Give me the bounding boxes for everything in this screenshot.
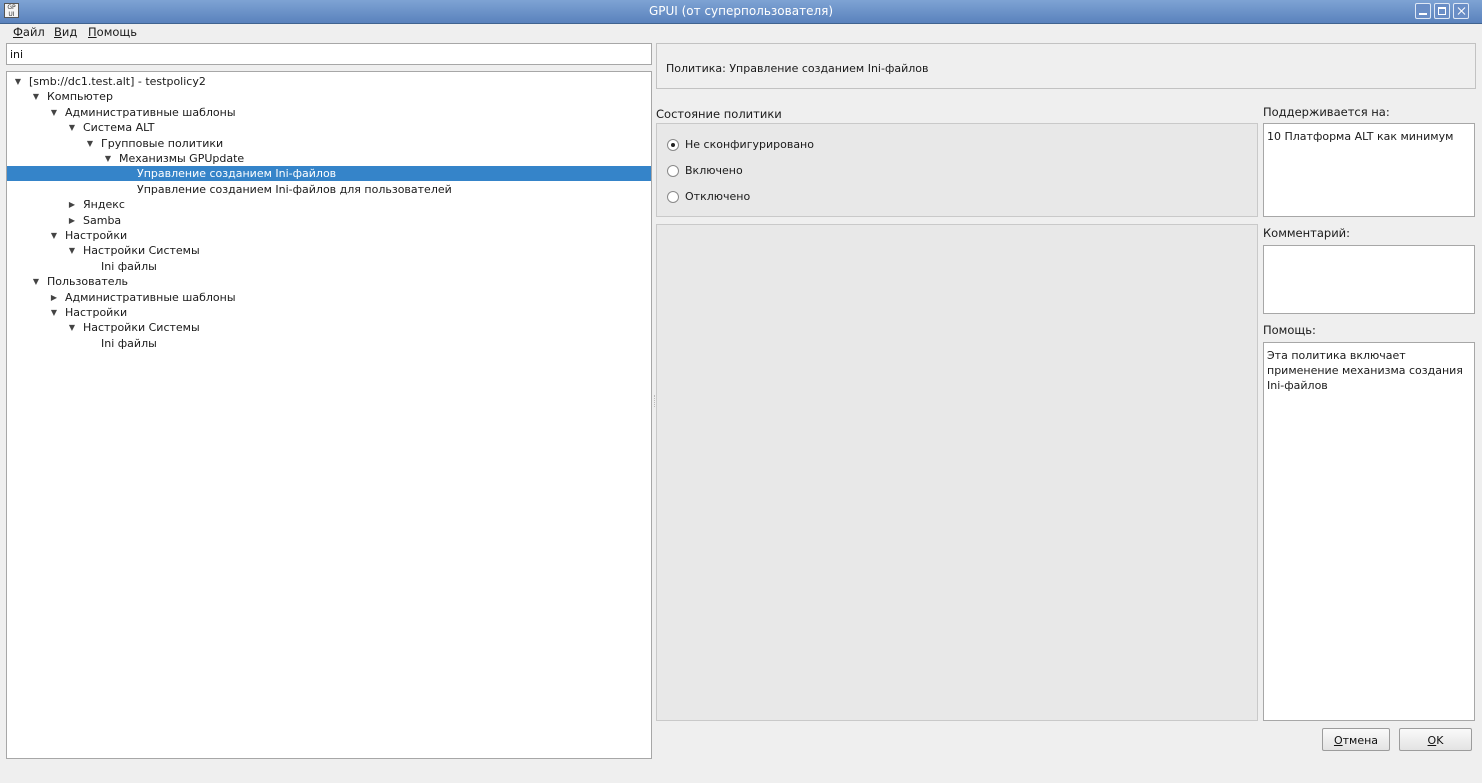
supported-on-field: 10 Платформа ALT как минимум	[1263, 123, 1475, 217]
tree-item[interactable]: Управление созданием Ini-файлов	[7, 166, 651, 182]
tree-item-label: Настройки Системы	[83, 244, 200, 258]
expand-arrow-icon[interactable]: ▼	[103, 151, 113, 166]
tree-item-label: Настройки	[65, 229, 128, 242]
help-text: Эта политика включает применение механиз…	[1263, 342, 1475, 721]
tree-item-label: Яндекс	[83, 198, 125, 212]
comment-field[interactable]	[1263, 245, 1475, 314]
tree-item[interactable]: ▼ Групповые политики	[7, 136, 651, 151]
tree-item[interactable]: ▼ Настройки Системы	[7, 320, 651, 335]
radio-disabled-label: Отключено	[685, 190, 751, 203]
tree-item-label: Настройки Системы	[83, 321, 200, 335]
radio-enabled-label: Включено	[685, 164, 743, 177]
tree-item-label: [smb://dc1.test.alt] - testpolicy2	[29, 75, 206, 88]
tree-item[interactable]: Ini файлы	[7, 336, 651, 351]
collapse-arrow-icon[interactable]: ▶	[67, 213, 77, 228]
expand-arrow-icon[interactable]: ▼	[49, 105, 59, 120]
policy-state-group: Не сконфигурировано Включено Отключено	[656, 123, 1258, 217]
radio-not-configured-label: Не сконфигурировано	[685, 138, 814, 151]
minimize-button[interactable]	[1415, 3, 1431, 19]
expand-arrow-icon[interactable]: ▼	[49, 228, 59, 243]
comment-label: Комментарий:	[1263, 226, 1351, 240]
collapse-arrow-icon[interactable]: ▶	[49, 290, 59, 305]
tree-item-label: Система ALT	[83, 121, 155, 135]
supported-on-label: Поддерживается на:	[1263, 105, 1390, 119]
tree-item[interactable]: ▼ [smb://dc1.test.alt] - testpolicy2	[7, 74, 651, 89]
tree-item-label: Административные шаблоны	[65, 290, 236, 304]
radio-enabled-indicator[interactable]	[667, 165, 679, 177]
collapse-arrow-icon[interactable]: ▶	[67, 197, 77, 212]
policy-title: Политика: Управление созданием Ini-файло…	[666, 62, 929, 75]
search-input[interactable]	[6, 43, 652, 65]
tree-item-label: Компьютер	[47, 90, 113, 104]
tree-item[interactable]: ▶ Яндекс	[7, 197, 651, 212]
tree-item[interactable]: ▼ Механизмы GPUpdate	[7, 151, 651, 166]
maximize-button[interactable]	[1434, 3, 1450, 19]
expand-arrow-icon[interactable]: ▼	[13, 74, 23, 89]
menu-view[interactable]: Вид	[54, 25, 77, 39]
menu-file[interactable]: Файл	[13, 25, 45, 39]
close-button[interactable]	[1453, 3, 1469, 19]
tree-item[interactable]: Управление созданием Ini-файлов для поль…	[7, 182, 651, 197]
menu-bar: Файл Вид Помощь	[0, 23, 1482, 41]
tree-item[interactable]: Ini файлы	[7, 259, 651, 274]
tree-item-label: Групповые политики	[101, 136, 224, 150]
policy-options-panel	[656, 224, 1258, 721]
expand-arrow-icon[interactable]: ▼	[85, 136, 95, 151]
ok-button[interactable]: OK	[1399, 728, 1472, 751]
tree-item-label: Управление созданием Ini-файлов для поль…	[137, 182, 452, 196]
menu-help[interactable]: Помощь	[88, 25, 137, 39]
expand-arrow-icon[interactable]: ▼	[31, 274, 41, 289]
title-bar[interactable]: GP UI GPUI (от суперпользователя)	[0, 0, 1482, 24]
policy-header: Политика: Управление созданием Ini-файло…	[656, 43, 1476, 89]
tree-item-label: Samba	[83, 213, 122, 227]
policy-tree[interactable]: ▼ [smb://dc1.test.alt] - testpolicy2 ▼ Комп…	[6, 71, 652, 759]
expand-arrow-icon[interactable]: ▼	[67, 120, 77, 135]
tree-item-label: Ini файлы	[101, 259, 157, 273]
expand-arrow-icon[interactable]: ▼	[31, 89, 41, 104]
tree-item[interactable]: ▼ Настройки	[7, 305, 651, 320]
expand-arrow-icon[interactable]: ▼	[67, 320, 77, 335]
tree-item-label: Административные шаблоны	[65, 105, 236, 119]
tree-item[interactable]: ▼ Административные шаблоны	[7, 105, 651, 120]
splitter-handle[interactable]	[654, 395, 656, 407]
tree-item[interactable]: ▼ Настройки	[7, 228, 651, 243]
tree-item-label: Механизмы GPUpdate	[119, 152, 245, 165]
tree-item[interactable]: ▼ Пользователь	[7, 274, 651, 289]
tree-item-label: Управление созданием Ini-файлов	[137, 167, 337, 181]
radio-disabled-indicator[interactable]	[667, 191, 679, 203]
radio-not-configured-indicator[interactable]	[667, 139, 679, 151]
tree-item-label: Ini файлы	[101, 336, 157, 350]
tree-item[interactable]: ▶ Административные шаблоны	[7, 290, 651, 305]
tree-item[interactable]: ▼ Настройки Системы	[7, 243, 651, 258]
policy-state-label: Состояние политики	[656, 107, 782, 121]
tree-item[interactable]: ▼ Компьютер	[7, 89, 651, 104]
window-title: GPUI (от суперпользователя)	[648, 4, 834, 18]
expand-arrow-icon[interactable]: ▼	[49, 305, 59, 320]
tree-item[interactable]: ▶ Samba	[7, 213, 651, 228]
tree-item[interactable]: ▼ Система ALT	[7, 120, 651, 135]
help-label: Помощь:	[1263, 323, 1316, 337]
cancel-button[interactable]: Отмена	[1322, 728, 1390, 751]
tree-item-label: Пользователь	[47, 275, 129, 289]
tree-item-label: Настройки	[65, 306, 128, 319]
expand-arrow-icon[interactable]: ▼	[67, 243, 77, 258]
